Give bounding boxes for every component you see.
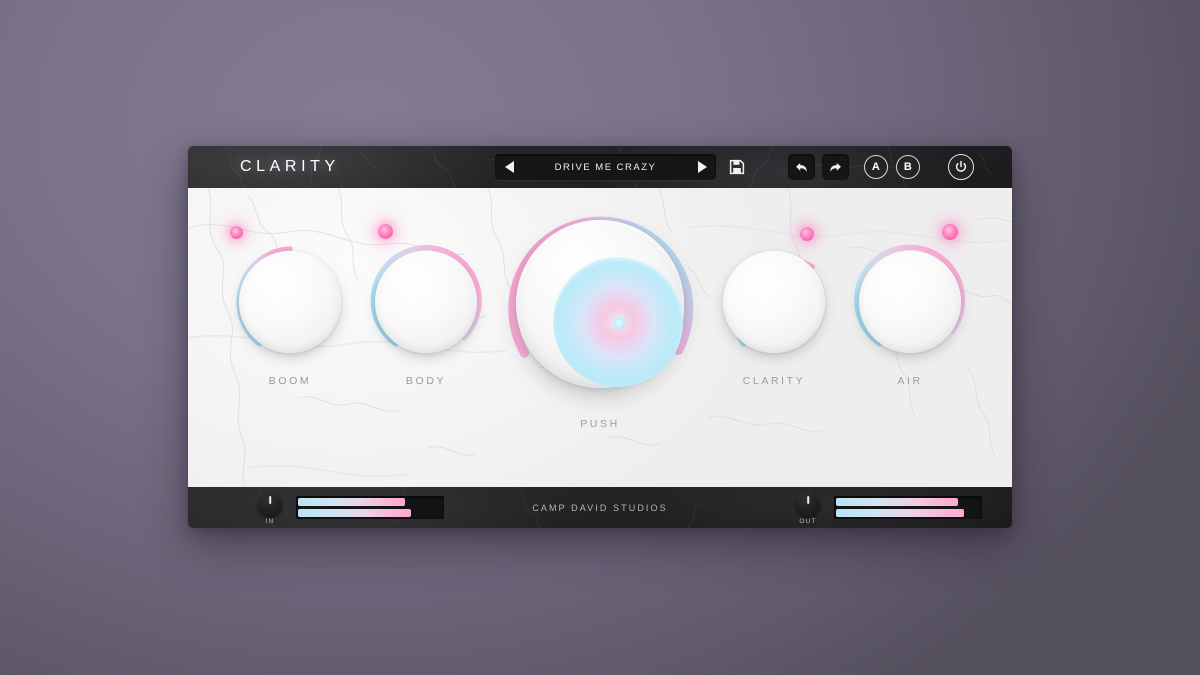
plugin-header: CLARITY DRIVE ME CRAZY A B [188, 146, 1012, 188]
body-led-indicator [378, 224, 393, 239]
push-knob-core [613, 317, 625, 329]
preset-slot-a-label: A [871, 161, 881, 173]
redo-arrow-icon [830, 162, 841, 172]
undo-arrow-icon [796, 162, 807, 172]
plugin-footer-bar: IN CAMP DAVID STUDIOS OUT [188, 487, 1012, 528]
clarity-knob-face[interactable] [723, 251, 825, 353]
push-knob-label: PUSH [580, 418, 620, 430]
knob-body[interactable]: BODY [364, 224, 488, 387]
redo-button[interactable] [822, 154, 849, 180]
knob-push[interactable]: PUSH [498, 202, 702, 452]
preset-slot-a-button[interactable]: A [864, 155, 888, 179]
body-knob-face[interactable] [375, 251, 477, 353]
output-meter-track [834, 496, 982, 519]
air-knob-label: AIR [897, 375, 923, 387]
plugin-main-panel: BOOM BODY PUSH CLARITY AIR [188, 188, 1012, 487]
triangle-right-icon [697, 161, 707, 173]
clarity-knob-label: CLARITY [742, 375, 806, 387]
knob-air[interactable]: AIR [848, 224, 972, 387]
push-knob-glow [553, 257, 683, 387]
input-gain-label: IN [265, 518, 275, 525]
push-knob-bezel[interactable] [516, 220, 684, 388]
output-gain-label: OUT [799, 518, 817, 525]
output-meter-group: OUT [786, 487, 1012, 528]
output-meter-bar-bottom [836, 509, 964, 517]
output-meter-bar-top [836, 498, 958, 506]
boom-knob-label: BOOM [268, 375, 312, 387]
knob-boom[interactable]: BOOM [228, 226, 352, 387]
preset-name-display[interactable]: DRIVE ME CRAZY [523, 162, 688, 173]
preset-save-button[interactable] [724, 154, 750, 180]
power-icon [955, 160, 967, 172]
preset-slot-b-label: B [903, 161, 913, 173]
boom-led-indicator [230, 226, 243, 239]
preset-slot-b-button[interactable]: B [896, 155, 920, 179]
knob-clarity[interactable]: CLARITY [712, 227, 836, 387]
floppy-disk-icon [729, 159, 745, 175]
power-button[interactable] [948, 154, 974, 180]
preset-next-button[interactable] [688, 154, 716, 180]
clarity-led-indicator [800, 227, 814, 241]
plugin-brand-title: CLARITY [240, 158, 340, 175]
undo-button[interactable] [788, 154, 815, 180]
triangle-left-icon [504, 161, 514, 173]
preset-prev-button[interactable] [495, 154, 523, 180]
output-gain-knob[interactable] [796, 493, 820, 517]
air-knob-face[interactable] [859, 251, 961, 353]
boom-knob-face[interactable] [239, 251, 341, 353]
air-led-indicator [942, 224, 958, 240]
plugin-window: CLARITY DRIVE ME CRAZY A B BOOM BODY PUS… [188, 146, 1012, 528]
preset-selector[interactable]: DRIVE ME CRAZY [495, 154, 716, 180]
body-knob-label: BODY [405, 375, 447, 387]
